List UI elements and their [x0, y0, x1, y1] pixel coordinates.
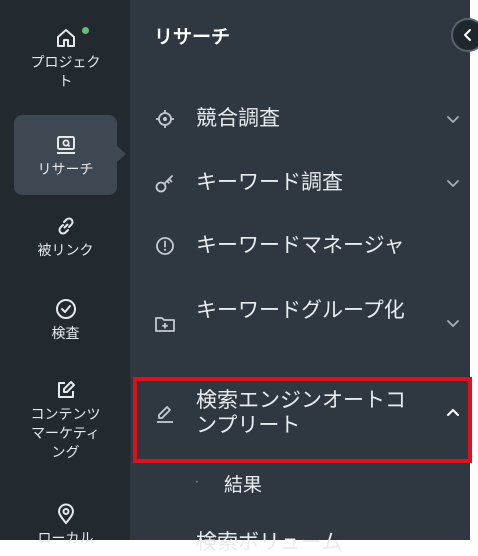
rail-item-research[interactable]: リサーチ — [14, 115, 117, 195]
map-pin-icon — [57, 503, 74, 525]
menu-item-label: 競合調査 — [196, 106, 280, 130]
research-icon — [56, 136, 75, 154]
chevron-down-icon — [447, 180, 459, 188]
menu-item-label: キーワード調査 — [196, 170, 343, 194]
check-circle-icon — [55, 299, 76, 319]
sub-item-results[interactable]: 結果 — [224, 470, 262, 497]
rail-item-content-marketing[interactable]: コンテンツマーケティング — [14, 378, 117, 463]
rail-label: 検査 — [51, 326, 80, 342]
home-icon — [56, 29, 75, 47]
menu-item-search-volume[interactable]: 検索ボリューム — [154, 530, 454, 556]
key-icon — [155, 175, 173, 193]
chevron-down-icon — [447, 320, 459, 328]
chevron-down-icon — [447, 116, 459, 124]
menu-item-keyword-grouping[interactable]: キーワードグループ化 — [154, 298, 459, 350]
rail-item-backlinks[interactable]: 被リンク — [14, 214, 117, 261]
menu-item-label: キーワードマネージャ — [196, 233, 405, 257]
target-icon — [156, 110, 174, 128]
active-indicator — [117, 146, 126, 162]
rail-label: リサーチ — [37, 162, 94, 178]
rail-label: プロジェクト — [30, 55, 101, 90]
rail-item-local[interactable]: ローカル — [14, 502, 117, 549]
panel-title: リサーチ — [154, 26, 231, 48]
pencil-square-icon — [57, 381, 75, 398]
menu-item-competitor-research[interactable]: 競合調査 — [154, 106, 459, 132]
menu-item-label: 検索ボリューム — [196, 530, 343, 554]
sub-item-bullet: · — [195, 475, 199, 489]
nav-rail: プロジェクト リサーチ 被リンク 検査 コンテンツマーケティング ローカル — [0, 0, 131, 547]
status-dot — [82, 27, 89, 34]
menu-item-keyword-research[interactable]: キーワード調査 — [154, 170, 459, 196]
rail-label: コンテンツマーケティング — [30, 407, 101, 461]
menu-item-label: キーワードグループ化 — [196, 298, 405, 322]
link-icon — [57, 217, 74, 235]
chevron-left-icon — [464, 29, 471, 41]
folder-plus-icon — [155, 317, 175, 332]
info-circle-icon — [156, 237, 174, 255]
collapse-panel-button[interactable] — [451, 18, 478, 52]
rail-item-project[interactable]: プロジェクト — [14, 26, 117, 92]
rail-item-audit[interactable]: 検査 — [14, 297, 117, 344]
highlight-box — [133, 377, 472, 463]
rail-label: 被リンク — [37, 243, 94, 259]
menu-item-keyword-manager[interactable]: キーワードマネージャ — [154, 233, 454, 259]
